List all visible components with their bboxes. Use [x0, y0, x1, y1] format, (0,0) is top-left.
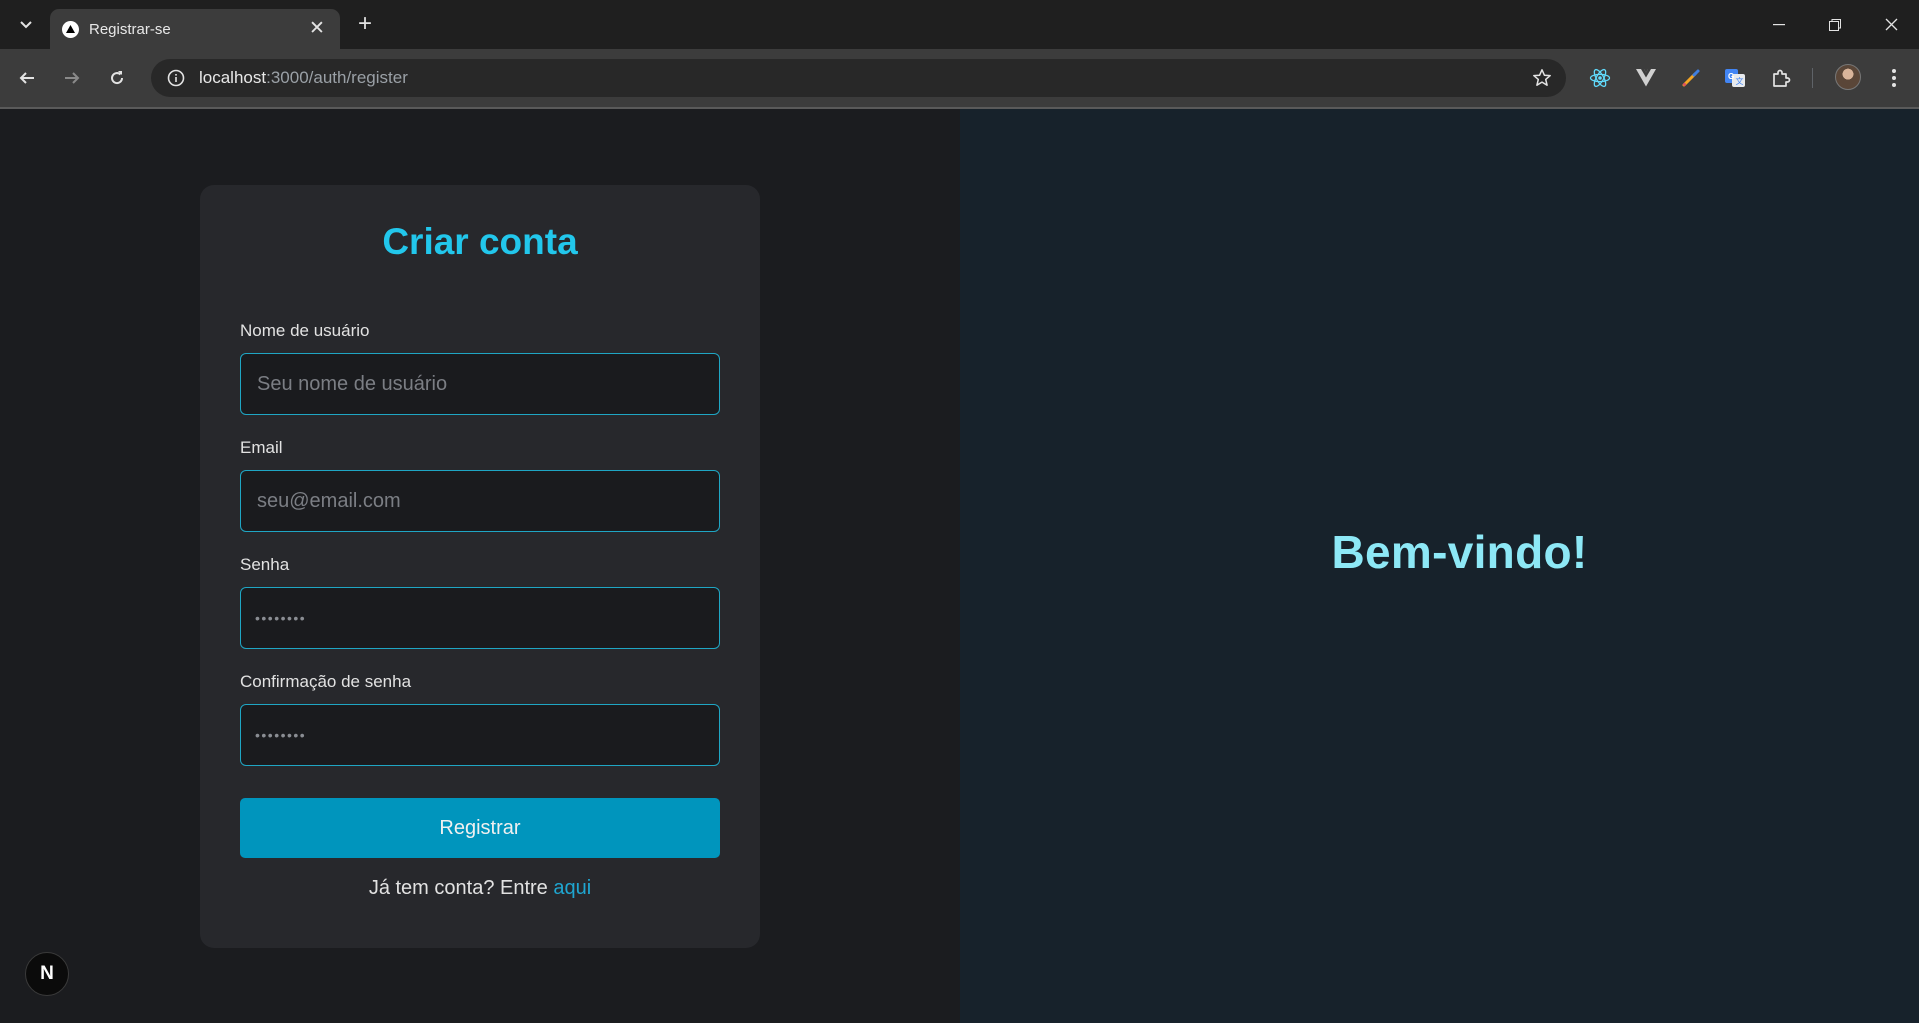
address-bar[interactable]: localhost:3000/auth/register — [151, 59, 1566, 97]
google-translate-extension-icon[interactable]: G文 — [1722, 65, 1748, 91]
new-tab-icon[interactable]: + — [352, 12, 378, 38]
register-card: Criar conta Nome de usuário Email Senha … — [200, 185, 760, 948]
form-pane: Criar conta Nome de usuário Email Senha … — [0, 109, 960, 1023]
username-input[interactable] — [240, 353, 720, 415]
welcome-heading: Bem-vindo! — [1331, 526, 1588, 578]
back-arrow-icon[interactable] — [12, 63, 42, 93]
vue-devtools-extension-icon[interactable] — [1633, 65, 1659, 91]
extensions-puzzle-icon[interactable] — [1768, 65, 1794, 91]
reload-icon[interactable] — [102, 63, 132, 93]
browser-toolbar: localhost:3000/auth/register G文 — [0, 49, 1919, 107]
login-prompt-text: Já tem conta? Entre — [368, 877, 554, 899]
close-window-icon[interactable] — [1863, 0, 1919, 49]
login-prompt: Já tem conta? Entre aqui — [200, 877, 760, 900]
bookmark-star-icon[interactable] — [1532, 68, 1552, 88]
minimize-icon[interactable] — [1751, 0, 1807, 49]
toolbar-separator — [1812, 68, 1813, 88]
tab-search-chevron-icon[interactable] — [12, 12, 40, 38]
site-info-icon[interactable] — [165, 67, 187, 89]
register-button[interactable]: Registrar — [240, 798, 720, 858]
password-input[interactable] — [240, 587, 720, 649]
username-label: Nome de usuário — [240, 321, 370, 340]
page: Criar conta Nome de usuário Email Senha … — [0, 109, 1919, 1023]
svg-text:G: G — [1728, 72, 1734, 81]
tab-strip: Registrar-se ✕ + — [0, 0, 1919, 49]
welcome-pane: Bem-vindo! — [960, 109, 1919, 1023]
login-link[interactable]: aqui — [553, 877, 591, 899]
profile-avatar[interactable] — [1835, 64, 1861, 90]
browser-tab[interactable]: Registrar-se ✕ — [50, 9, 340, 49]
color-picker-extension-icon[interactable] — [1678, 65, 1704, 91]
form-title: Criar conta — [382, 221, 578, 262]
browser-menu-icon[interactable] — [1884, 65, 1904, 91]
tab-title: Registrar-se — [89, 20, 171, 38]
password-label: Senha — [240, 555, 290, 574]
restore-icon[interactable] — [1807, 0, 1863, 49]
window-controls — [1751, 0, 1919, 49]
tab-close-icon[interactable]: ✕ — [306, 18, 328, 40]
react-devtools-extension-icon[interactable] — [1587, 65, 1613, 91]
nextjs-dev-indicator-label: N — [40, 963, 54, 984]
forward-arrow-icon[interactable] — [57, 63, 87, 93]
url-path: :3000/auth/register — [266, 68, 408, 87]
confirm-password-input[interactable] — [240, 704, 720, 766]
email-label: Email — [240, 438, 283, 457]
url-host: localhost — [199, 68, 267, 87]
nextjs-dev-indicator[interactable]: N — [25, 952, 69, 996]
svg-text:文: 文 — [1736, 76, 1744, 86]
email-input[interactable] — [240, 470, 720, 532]
nextjs-favicon-icon — [62, 20, 79, 38]
confirm-password-label: Confirmação de senha — [240, 672, 412, 691]
